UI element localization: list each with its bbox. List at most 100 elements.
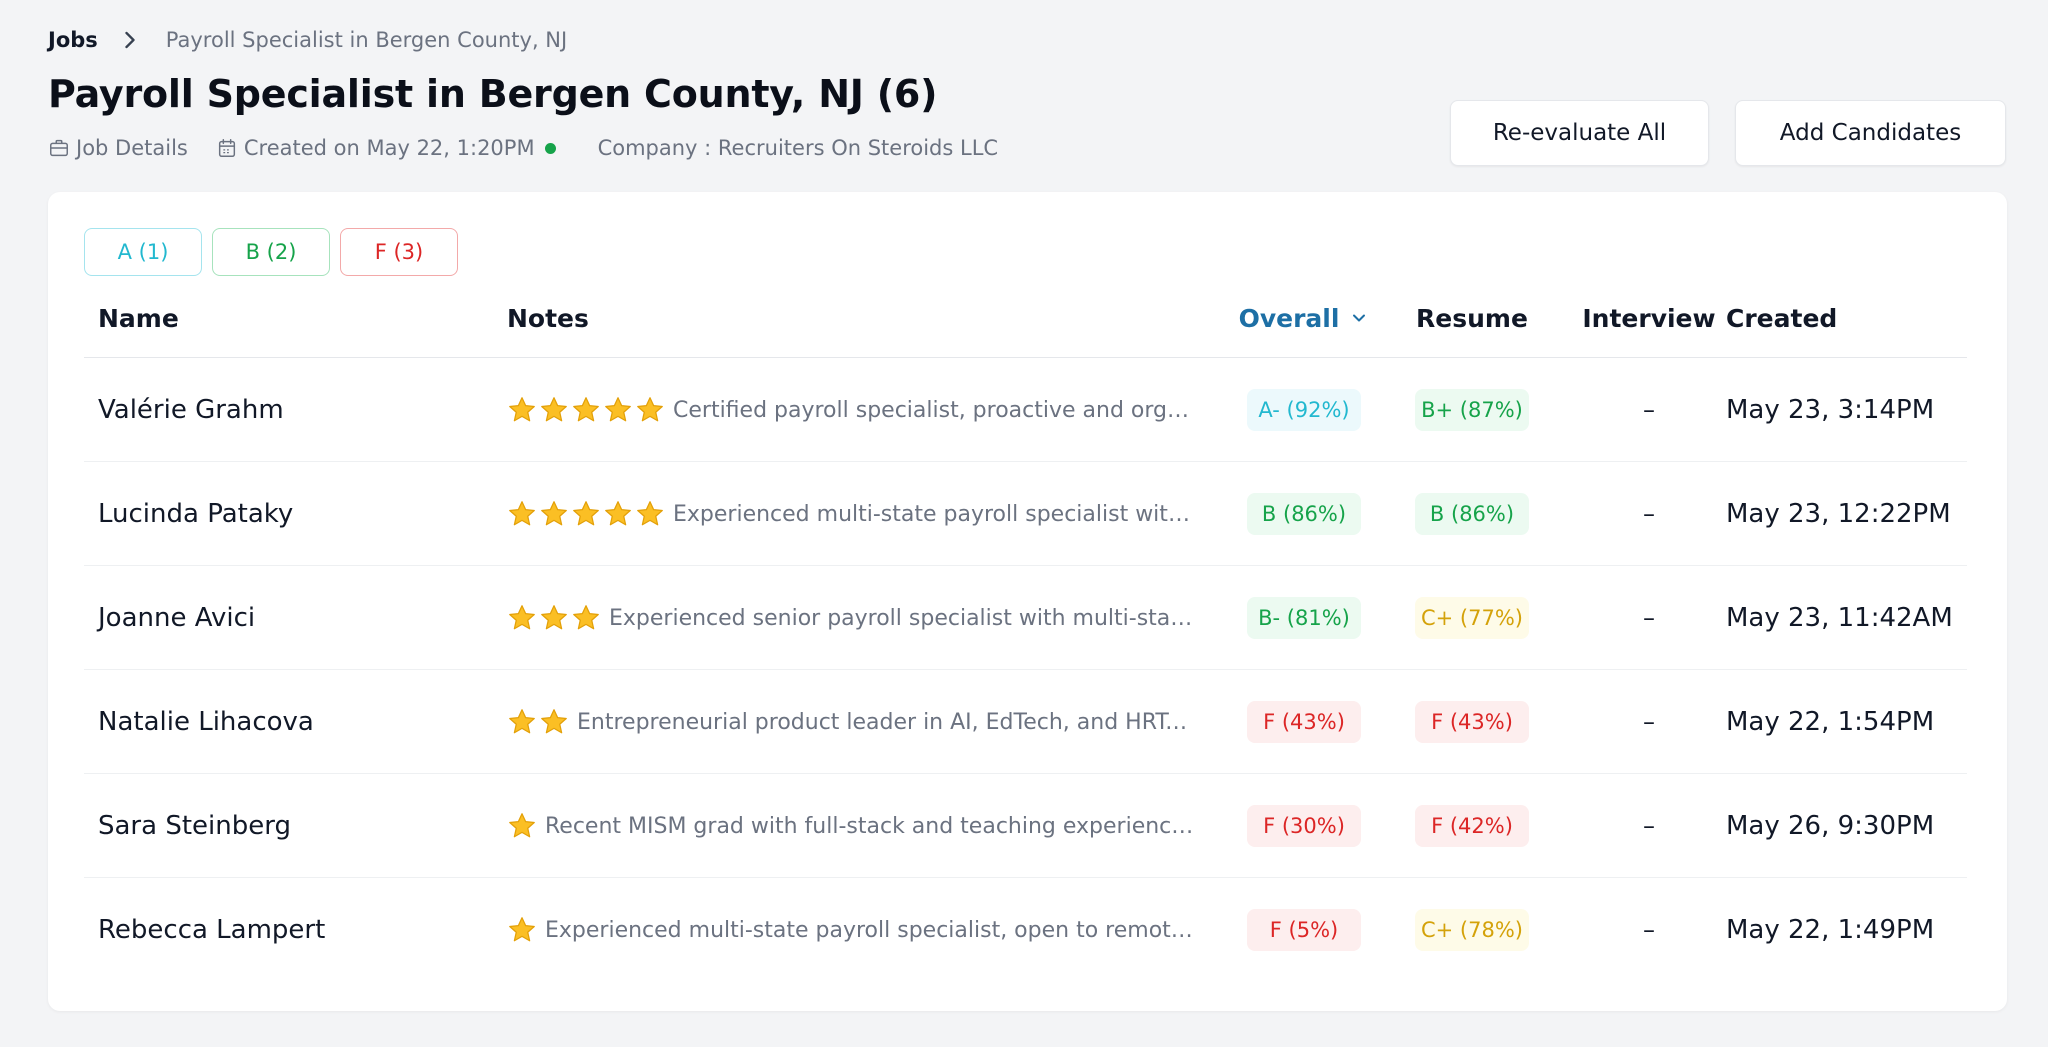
created-label: Created on May 22, 1:20PM bbox=[243, 136, 535, 160]
star-rating bbox=[507, 811, 539, 841]
candidates-table: Name Notes Overall Resume Interview Crea… bbox=[84, 278, 1967, 982]
interview-score: – bbox=[1643, 396, 1655, 424]
table-row[interactable]: Joanne Avici Experienced senior payroll s… bbox=[84, 566, 1967, 670]
candidate-notes: Recent MISM grad with full-stack and tea… bbox=[507, 774, 1197, 878]
table-body: Valérie Grahm Certified payroll specialis… bbox=[84, 358, 1967, 982]
created-date: May 23, 12:22PM bbox=[1726, 499, 1951, 529]
overall-grade-badge: F (30%) bbox=[1247, 805, 1361, 847]
overall-grade-badge: B (86%) bbox=[1247, 493, 1361, 535]
overall-cell: F (30%) bbox=[1236, 774, 1372, 878]
overall-cell: A- (92%) bbox=[1236, 358, 1372, 462]
candidate-name[interactable]: Rebecca Lampert bbox=[98, 878, 325, 982]
add-candidates-button[interactable]: Add Candidates bbox=[1735, 100, 2006, 166]
resume-cell: F (42%) bbox=[1404, 774, 1540, 878]
candidate-name[interactable]: Lucinda Pataky bbox=[98, 462, 293, 566]
overall-cell: B- (81%) bbox=[1236, 566, 1372, 670]
candidates-card: A (1) B (2) F (3) Name Notes Overall Res… bbox=[48, 192, 2007, 1011]
star-icon bbox=[541, 605, 567, 630]
table-row[interactable]: Valérie Grahm Certified payroll specialis… bbox=[84, 358, 1967, 462]
created-date: May 22, 1:54PM bbox=[1726, 707, 1935, 737]
star-icon bbox=[509, 397, 535, 422]
grade-filters: A (1) B (2) F (3) bbox=[84, 228, 458, 276]
column-header-name[interactable]: Name bbox=[98, 278, 179, 358]
overall-cell: B (86%) bbox=[1236, 462, 1372, 566]
briefcase-icon bbox=[50, 139, 68, 157]
table-row[interactable]: Rebecca Lampert Experienced multi-state p… bbox=[84, 878, 1967, 982]
created-date: May 22, 1:49PM bbox=[1726, 915, 1935, 945]
resume-grade-badge: F (42%) bbox=[1415, 805, 1529, 847]
star-rating bbox=[507, 499, 667, 529]
chevron-down-icon bbox=[1353, 314, 1366, 322]
status-dot bbox=[544, 142, 556, 154]
star-rating bbox=[507, 603, 603, 633]
resume-cell: F (43%) bbox=[1404, 670, 1540, 774]
candidate-notes: Certified payroll specialist, proactive … bbox=[507, 358, 1197, 462]
overall-cell: F (5%) bbox=[1236, 878, 1372, 982]
resume-grade-badge: C+ (78%) bbox=[1415, 909, 1529, 951]
chevron-right-icon bbox=[125, 31, 135, 49]
overall-cell: F (43%) bbox=[1236, 670, 1372, 774]
star-icon bbox=[573, 397, 599, 422]
filter-chip-f[interactable]: F (3) bbox=[340, 228, 458, 276]
star-icon bbox=[637, 397, 663, 422]
star-rating bbox=[507, 915, 539, 945]
table-row[interactable]: Natalie Lihacova Entrepreneurial product … bbox=[84, 670, 1967, 774]
candidate-name[interactable]: Sara Steinberg bbox=[98, 774, 291, 878]
overall-grade-badge: A- (92%) bbox=[1247, 389, 1361, 431]
column-header-created[interactable]: Created bbox=[1726, 278, 1837, 358]
breadcrumb: Jobs Payroll Specialist in Bergen County… bbox=[48, 26, 567, 54]
job-details-label: Job Details bbox=[76, 136, 188, 160]
job-meta: Job Details Created on May 22, 1:20PM Co… bbox=[48, 136, 998, 160]
resume-cell: C+ (78%) bbox=[1404, 878, 1540, 982]
resume-cell: B (86%) bbox=[1404, 462, 1540, 566]
column-header-resume[interactable]: Resume bbox=[1404, 278, 1540, 358]
star-icon bbox=[573, 501, 599, 526]
star-icon bbox=[541, 501, 567, 526]
job-details-link[interactable]: Job Details bbox=[48, 136, 188, 160]
resume-cell: B+ (87%) bbox=[1404, 358, 1540, 462]
filter-chip-a[interactable]: A (1) bbox=[84, 228, 202, 276]
job-candidates-page: Jobs Payroll Specialist in Bergen County… bbox=[0, 0, 2048, 1047]
candidate-name[interactable]: Natalie Lihacova bbox=[98, 670, 314, 774]
note-text: Experienced multi-state payroll speciali… bbox=[545, 917, 1197, 943]
reevaluate-all-button[interactable]: Re-evaluate All bbox=[1450, 100, 1709, 166]
candidate-name[interactable]: Valérie Grahm bbox=[98, 358, 284, 462]
star-icon bbox=[509, 605, 535, 630]
star-icon bbox=[509, 501, 535, 526]
candidate-notes: Experienced multi-state payroll speciali… bbox=[507, 462, 1197, 566]
overall-grade-badge: B- (81%) bbox=[1247, 597, 1361, 639]
table-row[interactable]: Lucinda Pataky Experienced multi-state pa… bbox=[84, 462, 1967, 566]
star-rating bbox=[507, 707, 571, 737]
note-text: Certified payroll specialist, proactive … bbox=[673, 397, 1197, 423]
created-info: Created on May 22, 1:20PM bbox=[216, 136, 556, 160]
resume-grade-badge: B+ (87%) bbox=[1415, 389, 1529, 431]
candidate-notes: Experienced multi-state payroll speciali… bbox=[507, 878, 1197, 982]
interview-score: – bbox=[1643, 500, 1655, 528]
table-row[interactable]: Sara Steinberg Recent MISM grad with full… bbox=[84, 774, 1967, 878]
candidate-notes: Experienced senior payroll specialist wi… bbox=[507, 566, 1197, 670]
star-icon bbox=[509, 813, 535, 838]
star-icon bbox=[605, 397, 631, 422]
column-header-overall[interactable]: Overall bbox=[1236, 278, 1372, 358]
star-icon bbox=[541, 397, 567, 422]
resume-cell: C+ (77%) bbox=[1404, 566, 1540, 670]
calendar-icon bbox=[218, 139, 235, 157]
star-icon bbox=[637, 501, 663, 526]
column-header-notes[interactable]: Notes bbox=[507, 278, 589, 358]
breadcrumb-jobs-link[interactable]: Jobs bbox=[48, 28, 98, 52]
breadcrumb-current: Payroll Specialist in Bergen County, NJ bbox=[165, 28, 568, 52]
created-date: May 23, 3:14PM bbox=[1726, 395, 1935, 425]
interview-score: – bbox=[1643, 604, 1655, 632]
column-header-interview[interactable]: Interview bbox=[1564, 278, 1734, 358]
note-text: Recent MISM grad with full-stack and tea… bbox=[545, 813, 1197, 839]
star-icon bbox=[541, 709, 567, 734]
resume-grade-badge: F (43%) bbox=[1415, 701, 1529, 743]
table-header: Name Notes Overall Resume Interview Crea… bbox=[84, 278, 1967, 358]
resume-grade-badge: B (86%) bbox=[1415, 493, 1529, 535]
candidate-name[interactable]: Joanne Avici bbox=[98, 566, 255, 670]
note-text: Experienced senior payroll specialist wi… bbox=[609, 605, 1197, 631]
column-header-overall-label: Overall bbox=[1238, 303, 1340, 333]
note-text: Experienced multi-state payroll speciali… bbox=[673, 501, 1197, 527]
star-icon bbox=[509, 709, 535, 734]
filter-chip-b[interactable]: B (2) bbox=[212, 228, 330, 276]
